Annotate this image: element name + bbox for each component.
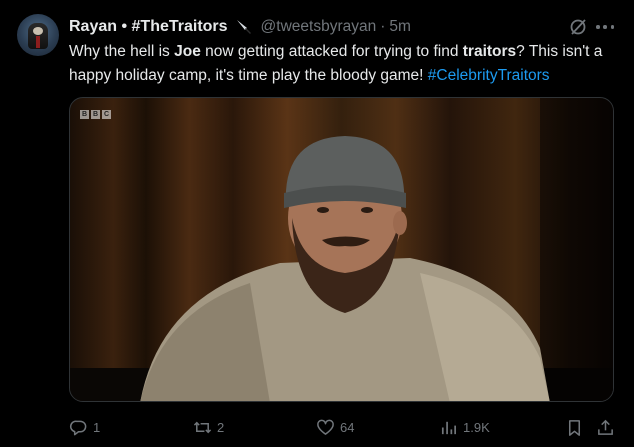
knife-icon — [236, 20, 251, 34]
action-bar: 1 2 64 1.9K — [0, 415, 634, 439]
hashtag-link[interactable]: #CelebrityTraitors — [428, 67, 550, 84]
tweet-header: Rayan • #TheTraitors @tweetsbyrayan · 5m — [69, 16, 411, 38]
media-image — [70, 98, 613, 401]
bbc-watermark: BBC — [80, 110, 111, 119]
avatar[interactable] — [17, 14, 59, 56]
user-handle[interactable]: @tweetsbyrayan — [261, 18, 377, 36]
like-button[interactable]: 64 — [316, 415, 354, 439]
reply-icon — [69, 420, 87, 435]
share-button[interactable] — [596, 415, 615, 439]
tweet-text: Why the hell is Joe now getting attacked… — [69, 43, 603, 84]
reply-count: 1 — [93, 419, 101, 435]
mention-joe: Joe — [174, 43, 201, 60]
display-name[interactable]: Rayan • #TheTraitors — [69, 18, 228, 36]
more-icon[interactable] — [596, 19, 614, 35]
repost-icon — [193, 421, 212, 433]
share-icon — [598, 419, 613, 435]
separator: · — [380, 18, 386, 35]
repost-button[interactable]: 2 — [193, 415, 224, 439]
grok-icon[interactable] — [568, 17, 588, 37]
bookmark-button[interactable] — [565, 415, 584, 439]
reply-button[interactable]: 1 — [69, 415, 100, 439]
views-icon — [441, 421, 457, 434]
repost-count: 2 — [217, 419, 225, 435]
tweet-media[interactable]: BBC — [69, 97, 614, 402]
keyword-traitors: traitors — [462, 43, 517, 60]
heart-icon — [317, 419, 334, 435]
timestamp[interactable]: 5m — [389, 18, 411, 36]
views-count: 1.9K — [463, 419, 490, 435]
views-button[interactable]: 1.9K — [439, 415, 490, 439]
like-count: 64 — [340, 419, 355, 435]
bookmark-icon — [568, 419, 581, 436]
